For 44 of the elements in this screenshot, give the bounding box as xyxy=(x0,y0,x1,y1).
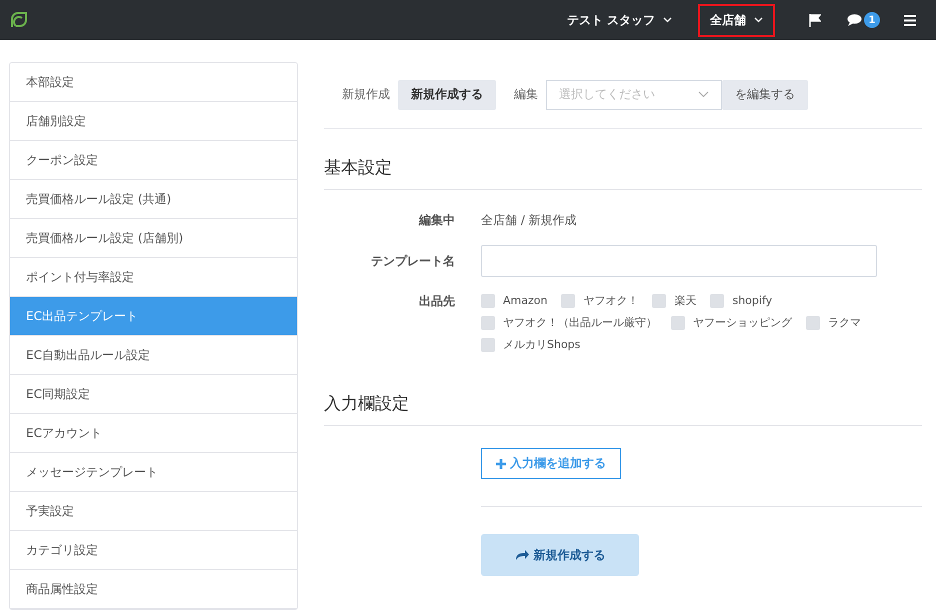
channel-checkbox[interactable]: Amazon xyxy=(481,293,548,308)
chevron-down-icon xyxy=(754,17,763,23)
leaf-logo-icon[interactable] xyxy=(10,11,28,29)
sidebar-item[interactable]: 売買価格ルール設定 (共通) xyxy=(10,180,297,219)
menu-icon[interactable] xyxy=(904,14,916,26)
field-label: 出品先 xyxy=(418,293,456,310)
sidebar-item[interactable]: 商品属性設定 xyxy=(10,570,297,609)
section-heading: 入力欄設定 xyxy=(324,392,922,426)
sidebar-item[interactable]: メッセージテンプレート xyxy=(10,453,297,492)
channel-checkbox[interactable]: 楽天 xyxy=(652,293,696,308)
channel-checkbox[interactable]: ラクマ xyxy=(806,315,861,330)
new-label: 新規作成 xyxy=(342,86,390,103)
header-menu[interactable]: 全店舗 xyxy=(698,4,775,36)
create-new-button[interactable]: 新規作成する xyxy=(398,80,496,110)
channel-checkbox[interactable]: shopify xyxy=(710,293,772,308)
template-name-field[interactable] xyxy=(481,245,877,277)
channel-checkbox[interactable]: ヤフオク！（出品ルール厳守） xyxy=(481,315,657,330)
chevron-down-icon xyxy=(698,91,709,98)
sidebar-item[interactable]: ECアカウント xyxy=(10,414,297,453)
share-arrow-icon xyxy=(514,549,530,561)
field-label: テンプレート名 xyxy=(370,252,456,270)
editing-value: 全店舗 / 新規作成 xyxy=(481,212,577,229)
sidebar-item[interactable]: カテゴリ設定 xyxy=(10,531,297,570)
flag-icon[interactable] xyxy=(809,14,821,26)
chat-bubble-icon[interactable] xyxy=(847,14,862,26)
sidebar-item[interactable]: クーポン設定 xyxy=(10,141,297,180)
sidebar-item[interactable]: 店舗別設定 xyxy=(10,102,297,141)
sidebar-item[interactable]: EC自動出品ルール設定 xyxy=(10,336,297,375)
channel-checkbox[interactable]: ヤフオク！ xyxy=(561,293,638,308)
message-count-badge: 1 xyxy=(864,12,880,28)
header-menu[interactable]: テスト スタッフ xyxy=(554,4,684,36)
sidebar-item[interactable]: 本部設定 xyxy=(10,63,297,102)
edit-button[interactable]: を編集する xyxy=(722,80,808,110)
sidebar-item[interactable]: EC同期設定 xyxy=(10,375,297,414)
edit-label: 編集 xyxy=(514,86,538,103)
sidebar-item[interactable]: 予実設定 xyxy=(10,492,297,531)
channel-checkbox[interactable]: ヤフーショッピング xyxy=(671,315,792,330)
submit-button[interactable]: 新規作成する xyxy=(481,534,639,576)
chevron-down-icon xyxy=(663,17,672,23)
sidebar-item[interactable]: 売買価格ルール設定 (店舗別) xyxy=(10,219,297,258)
field-label: 編集中 xyxy=(418,212,456,229)
channel-checkbox[interactable]: メルカリShops xyxy=(481,337,580,352)
section-heading: 基本設定 xyxy=(324,156,922,190)
plus-icon xyxy=(496,458,506,468)
